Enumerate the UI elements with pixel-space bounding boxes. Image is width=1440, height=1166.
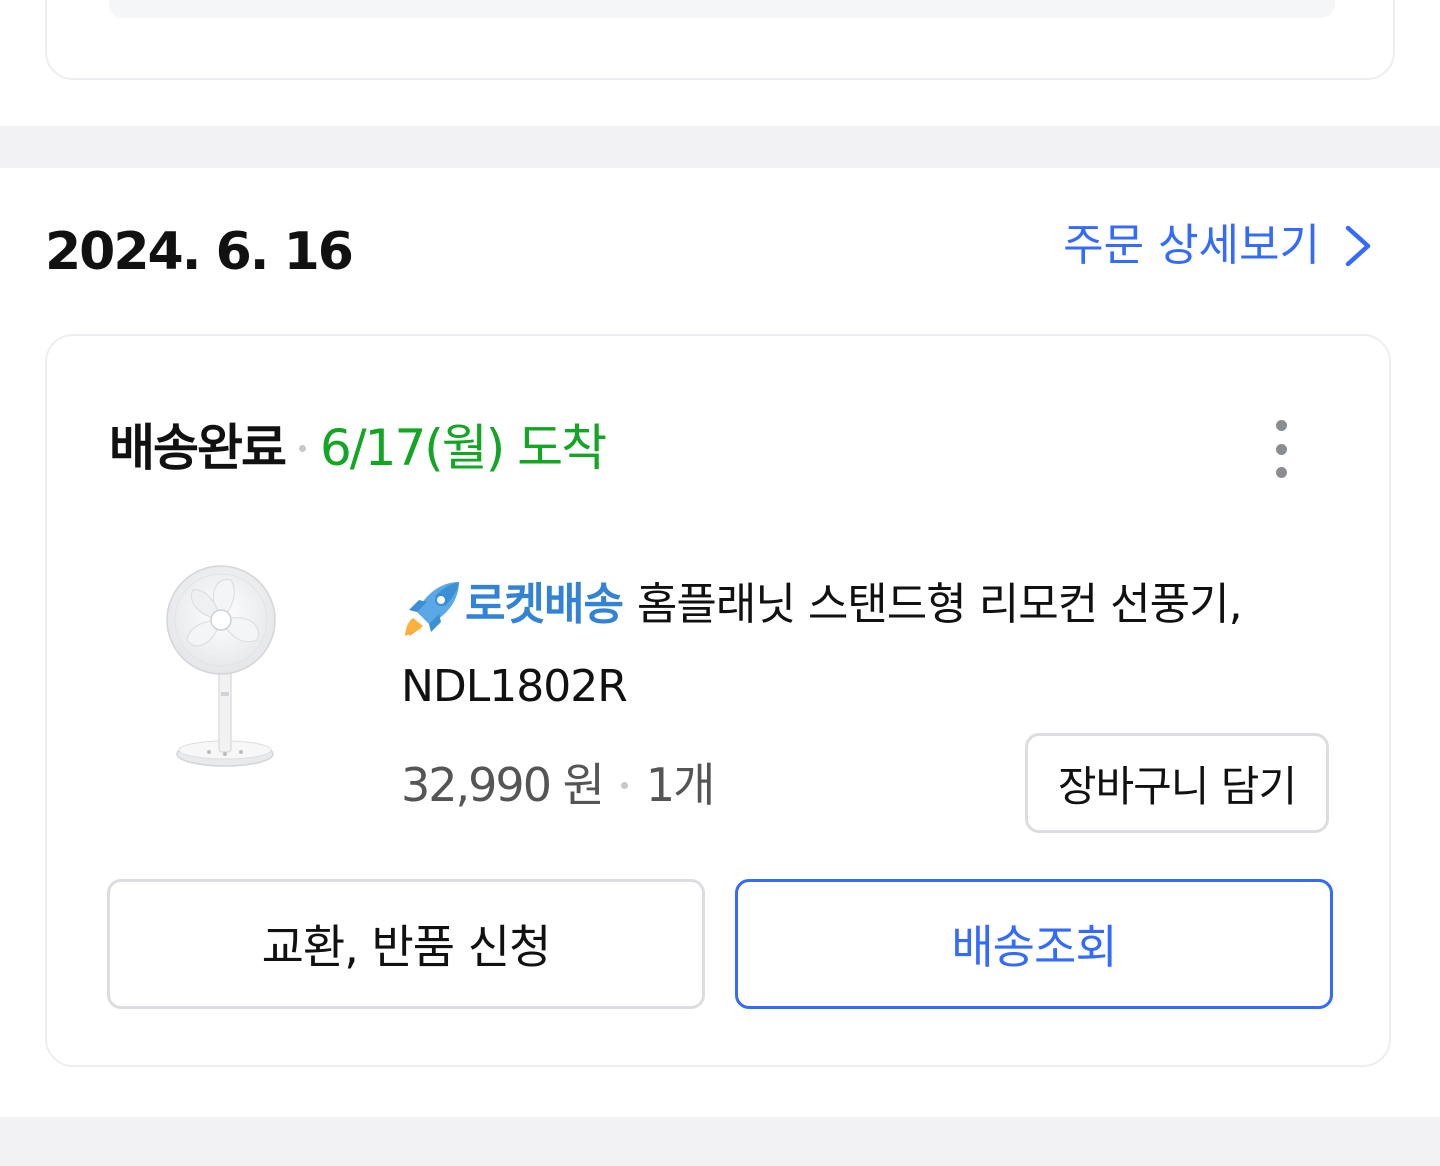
delivery-status-row: 배송완료 6/17(월) 도착 bbox=[109, 416, 607, 480]
order-section: 2024. 6. 16 주문 상세보기 배송완료 6/17(월) 도착 로켓배송… bbox=[0, 168, 1440, 1117]
product-price: 32,990 원 bbox=[401, 758, 605, 812]
separator-dot bbox=[620, 781, 628, 789]
order-detail-link[interactable]: 주문 상세보기 bbox=[1063, 216, 1374, 276]
order-detail-link-label: 주문 상세보기 bbox=[1063, 220, 1320, 271]
previous-order-section bbox=[0, 0, 1440, 126]
more-options-button[interactable] bbox=[1269, 420, 1293, 478]
track-delivery-button[interactable]: 배송조회 bbox=[735, 879, 1333, 1009]
order-card: 배송완료 6/17(월) 도착 로켓배송 홈플래닛 스탠드형 리모컨 선풍기, … bbox=[45, 334, 1391, 1067]
rocket-icon bbox=[405, 582, 459, 636]
rocket-delivery-badge: 로켓배송 bbox=[401, 564, 624, 646]
previous-order-card bbox=[45, 0, 1395, 80]
more-vertical-icon-dot bbox=[1275, 443, 1287, 455]
product-quantity: 1개 bbox=[645, 758, 716, 812]
product-title[interactable]: 로켓배송 홈플래닛 스탠드형 리모컨 선풍기, NDL1802R bbox=[401, 564, 1321, 728]
delivery-status: 배송완료 bbox=[109, 419, 287, 477]
previous-order-card-bar bbox=[109, 0, 1335, 18]
more-vertical-icon-dot bbox=[1275, 420, 1287, 431]
rocket-delivery-label: 로켓배송 bbox=[465, 579, 624, 630]
order-date: 2024. 6. 16 bbox=[45, 222, 354, 282]
section-divider bbox=[0, 126, 1440, 168]
add-to-cart-button[interactable]: 장바구니 담기 bbox=[1025, 733, 1329, 833]
chevron-right-icon bbox=[1345, 225, 1371, 267]
price-row: 32,990 원 1개 bbox=[401, 750, 716, 820]
stand-fan-image[interactable] bbox=[165, 564, 285, 779]
separator-dot bbox=[299, 444, 306, 452]
section-divider bbox=[0, 1117, 1440, 1166]
arrival-date: 6/17(월) 도착 bbox=[320, 419, 607, 477]
exchange-return-button[interactable]: 교환, 반품 신청 bbox=[107, 879, 705, 1009]
more-vertical-icon-dot bbox=[1275, 467, 1287, 478]
